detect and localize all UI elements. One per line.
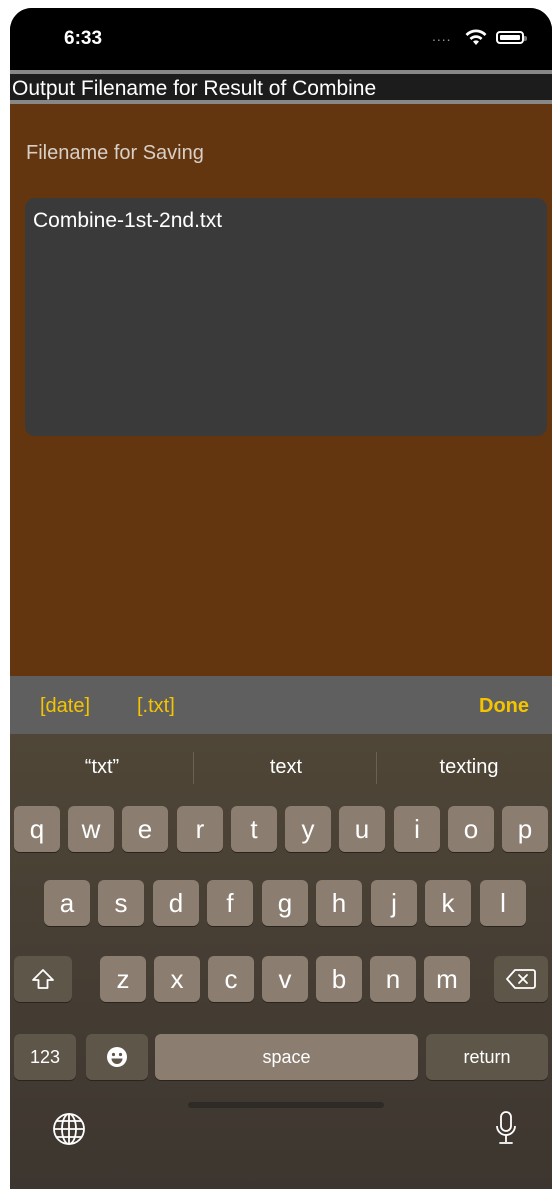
key-y[interactable]: y xyxy=(285,806,331,852)
key-m[interactable]: m xyxy=(424,956,470,1002)
key-j[interactable]: j xyxy=(371,880,417,926)
key-c[interactable]: c xyxy=(208,956,254,1002)
emoji-icon xyxy=(107,1047,127,1067)
space-key[interactable]: space xyxy=(155,1034,418,1080)
key-q[interactable]: q xyxy=(14,806,60,852)
numbers-key[interactable]: 123 xyxy=(14,1034,76,1080)
status-bar: 6:33 .... xyxy=(10,8,552,70)
done-button[interactable]: Done xyxy=(479,695,529,718)
content-area: Filename for Saving Combine-1st-2nd.txt xyxy=(10,104,552,676)
key-n[interactable]: n xyxy=(370,956,416,1002)
key-k[interactable]: k xyxy=(425,880,471,926)
return-key[interactable]: return xyxy=(426,1034,548,1080)
delete-key[interactable] xyxy=(494,956,548,1002)
key-d[interactable]: d xyxy=(153,880,199,926)
key-z[interactable]: z xyxy=(100,956,146,1002)
key-r[interactable]: r xyxy=(177,806,223,852)
shift-icon xyxy=(32,969,54,989)
key-u[interactable]: u xyxy=(339,806,385,852)
filename-text-field[interactable]: Combine-1st-2nd.txt xyxy=(25,198,547,436)
phone-screen: 6:33 .... Output Filename for Result of … xyxy=(10,8,552,1189)
home-indicator xyxy=(188,1102,384,1108)
key-s[interactable]: s xyxy=(98,880,144,926)
key-t[interactable]: t xyxy=(231,806,277,852)
key-e[interactable]: e xyxy=(122,806,168,852)
key-x[interactable]: x xyxy=(154,956,200,1002)
key-g[interactable]: g xyxy=(262,880,308,926)
suggestion-divider xyxy=(193,752,194,784)
key-b[interactable]: b xyxy=(316,956,362,1002)
navigation-bar: Output Filename for Result of Combine xyxy=(10,70,552,104)
suggestion-item[interactable]: text xyxy=(196,756,376,779)
microphone-icon[interactable] xyxy=(494,1110,518,1146)
key-f[interactable]: f xyxy=(207,880,253,926)
suggestion-bar: “txt” text texting xyxy=(10,734,552,798)
wifi-icon xyxy=(465,29,487,45)
signal-indicator: .... xyxy=(432,28,452,44)
shift-key[interactable] xyxy=(14,956,72,1002)
suggestion-item[interactable]: “txt” xyxy=(12,756,192,779)
battery-icon xyxy=(496,31,527,44)
key-w[interactable]: w xyxy=(68,806,114,852)
key-p[interactable]: p xyxy=(502,806,548,852)
key-o[interactable]: o xyxy=(448,806,494,852)
key-l[interactable]: l xyxy=(480,880,526,926)
suggestion-divider xyxy=(376,752,377,784)
key-i[interactable]: i xyxy=(394,806,440,852)
insert-date-button[interactable]: [date] xyxy=(40,695,90,718)
backspace-icon xyxy=(506,969,536,989)
globe-icon[interactable] xyxy=(52,1112,86,1146)
page-title: Output Filename for Result of Combine xyxy=(12,77,377,100)
key-v[interactable]: v xyxy=(262,956,308,1002)
filename-label: Filename for Saving xyxy=(26,142,204,164)
filename-value: Combine-1st-2nd.txt xyxy=(33,209,223,232)
emoji-key[interactable] xyxy=(86,1034,148,1080)
status-time: 6:33 xyxy=(64,28,103,49)
keyboard: “txt” text texting q w e r t y u i o p a… xyxy=(10,734,552,1189)
keyboard-accessory-bar: [date] [.txt] Done xyxy=(10,676,552,734)
suggestion-item[interactable]: texting xyxy=(379,756,552,779)
insert-txt-button[interactable]: [.txt] xyxy=(137,695,175,718)
key-a[interactable]: a xyxy=(44,880,90,926)
key-h[interactable]: h xyxy=(316,880,362,926)
